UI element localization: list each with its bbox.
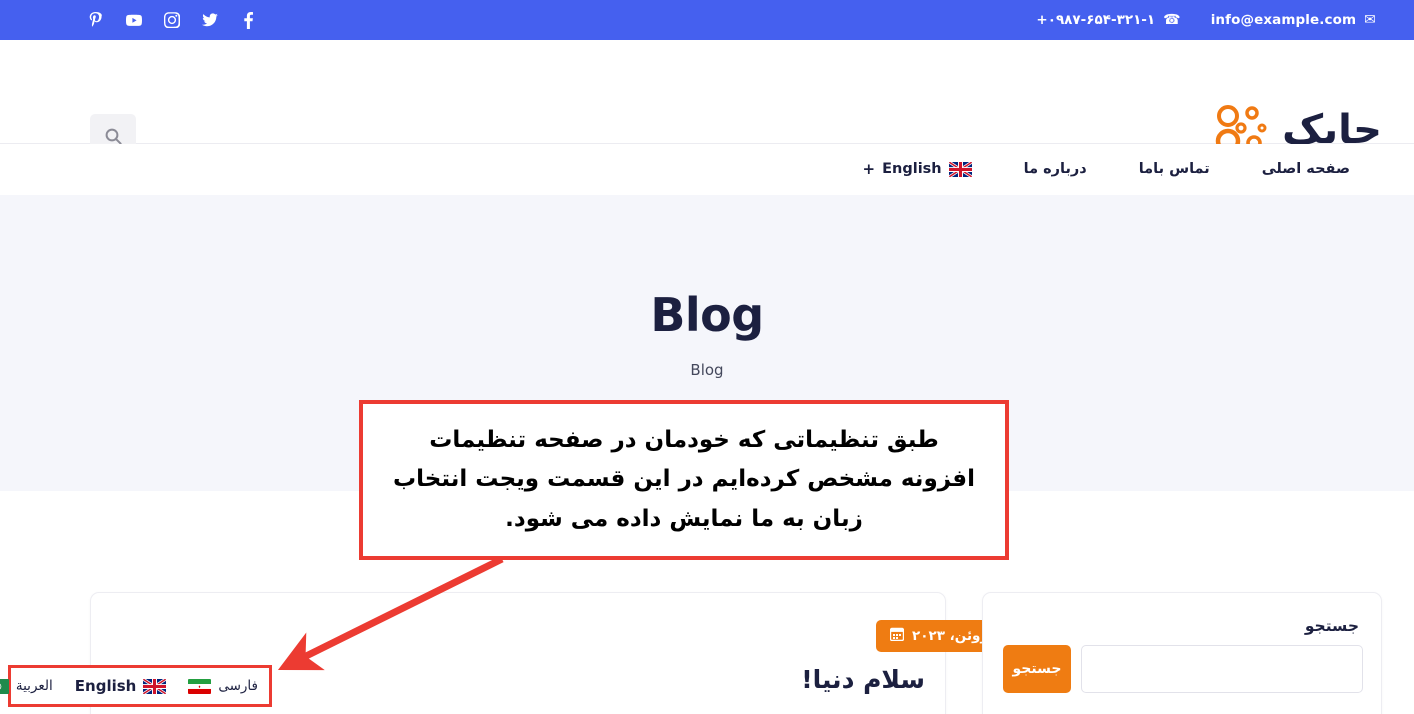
email-address: info@example.com <box>1210 12 1357 28</box>
phone-icon: ☎ <box>1163 12 1181 28</box>
nav-language-switcher[interactable]: + English <box>837 144 998 195</box>
twitter-icon[interactable] <box>202 11 218 29</box>
envelope-icon: ✉ <box>1364 12 1376 28</box>
facebook-icon[interactable] <box>240 11 256 29</box>
lang-option-english[interactable]: English <box>64 668 178 704</box>
lang-option-arabic[interactable]: العربية <box>0 668 64 704</box>
instagram-icon[interactable] <box>164 11 180 29</box>
search-input[interactable] <box>1081 645 1363 693</box>
topbar-contact-info: +۰۹۸۷-۶۵۴-۳۲۱-۱ ☎ info@example.com ✉ <box>1036 0 1376 40</box>
nav-items: صفحه اصلی تماس باما درباره ما + English <box>837 144 1376 195</box>
lang-option-arabic-label: العربية <box>15 678 53 694</box>
nav-item-contact[interactable]: تماس باما <box>1113 144 1236 195</box>
youtube-icon[interactable] <box>126 11 142 29</box>
email-link[interactable]: info@example.com ✉ <box>1211 12 1376 28</box>
iran-flag-icon <box>188 678 212 694</box>
lang-option-farsi-label: فارسی <box>218 678 258 694</box>
phone-link[interactable]: +۰۹۸۷-۶۵۴-۳۲۱-۱ ☎ <box>1036 12 1180 28</box>
page-title: Blog <box>650 288 764 342</box>
search-widget-card: جستجو جستجو <box>982 592 1382 714</box>
nav-item-about[interactable]: درباره ما <box>998 144 1113 195</box>
lang-option-farsi[interactable]: فارسی <box>177 668 269 704</box>
plus-icon: + <box>862 160 876 178</box>
uk-flag-icon <box>948 162 972 177</box>
lang-option-english-label: English <box>74 677 137 695</box>
annotation-callout: طبق تنظیماتی که خودمان در صفحه تنظیمات ا… <box>359 400 1009 560</box>
page-root: +۰۹۸۷-۶۵۴-۳۲۱-۱ ☎ info@example.com ✉ چاب… <box>0 0 1414 714</box>
post-title-link[interactable]: سلام دنیا! <box>801 665 925 694</box>
uk-flag-icon <box>143 678 167 694</box>
phone-number: +۰۹۸۷-۶۵۴-۳۲۱-۱ <box>1036 12 1156 28</box>
top-bar: +۰۹۸۷-۶۵۴-۳۲۱-۱ ☎ info@example.com ✉ <box>0 0 1414 40</box>
pinterest-icon[interactable] <box>88 11 104 29</box>
site-header: چابک <box>0 40 1414 158</box>
language-selector-widget: فارسی English العربية <box>0 665 272 707</box>
search-widget-title: جستجو <box>1304 617 1359 635</box>
arab-league-flag-icon <box>0 678 9 694</box>
nav-language-label: English <box>882 161 942 177</box>
nav-item-home[interactable]: صفحه اصلی <box>1236 144 1376 195</box>
search-submit-button[interactable]: جستجو <box>1003 645 1071 693</box>
search-icon <box>105 128 122 145</box>
breadcrumb: Blog <box>690 361 724 379</box>
annotation-text: طبق تنظیماتی که خودمان در صفحه تنظیمات ا… <box>393 426 975 532</box>
calendar-icon <box>889 627 905 645</box>
main-navigation: صفحه اصلی تماس باما درباره ما + English <box>0 144 1414 195</box>
search-widget-form: جستجو <box>1003 645 1363 693</box>
social-links <box>88 0 256 40</box>
